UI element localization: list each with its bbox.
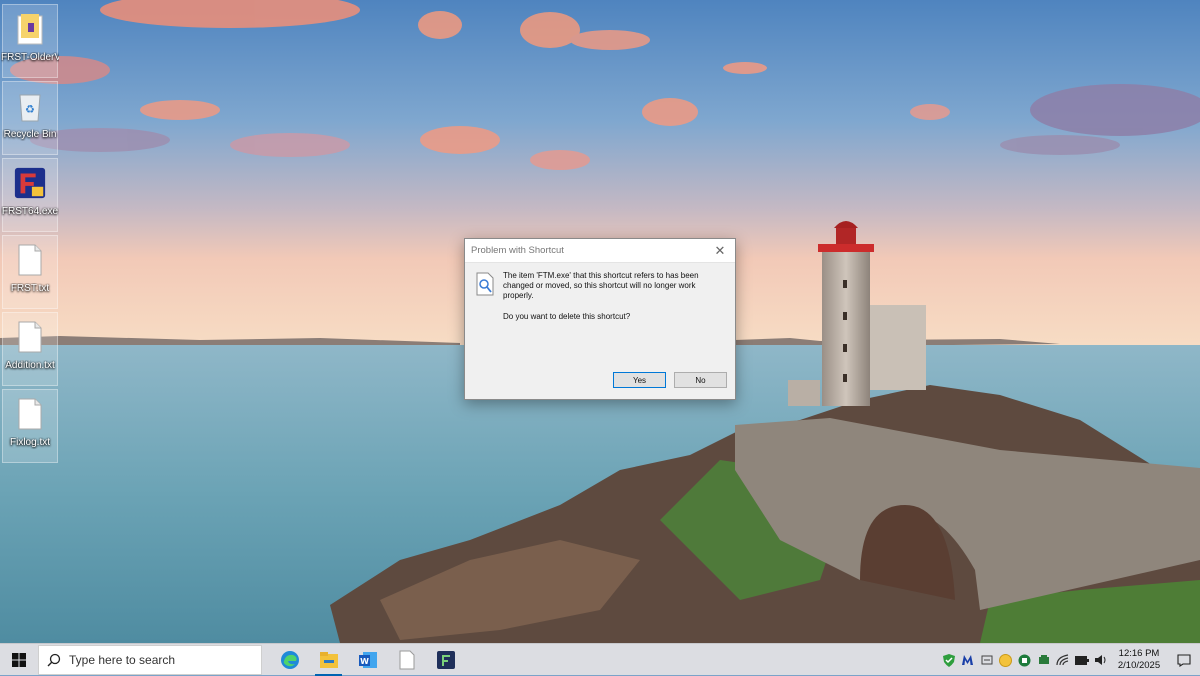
notification-icon <box>1177 653 1191 667</box>
close-button[interactable]: ✕ <box>705 239 735 262</box>
desktop-icon-recycle-bin[interactable]: ♻ Recycle Bin <box>2 81 58 155</box>
taskbar-app-word[interactable]: W <box>348 644 387 676</box>
desktop-icon-label: FRST64.exe <box>1 206 59 217</box>
start-button[interactable] <box>0 644 38 676</box>
volume-icon[interactable] <box>1091 644 1110 676</box>
frst-app-icon <box>13 163 47 203</box>
dialog-message: The item 'FTM.exe' that this shortcut re… <box>503 271 699 300</box>
svg-text:♻: ♻ <box>25 103 35 116</box>
search-icon <box>39 653 69 667</box>
text-file-icon <box>13 240 47 280</box>
text-file-icon <box>13 317 47 357</box>
desktop-icon-frst-older[interactable]: FRST-OlderVersion <box>1 4 59 78</box>
close-icon: ✕ <box>714 242 726 258</box>
svg-text:W: W <box>360 657 369 666</box>
desktop-icon-label: Recycle Bin <box>3 129 57 140</box>
dialog-title: Problem with Shortcut <box>471 245 564 256</box>
problem-with-shortcut-dialog: Problem with Shortcut ✕ The item 'FTM.ex… <box>464 238 736 400</box>
dialog-titlebar[interactable]: Problem with Shortcut ✕ <box>465 239 735 263</box>
clock-date: 2/10/2025 <box>1117 660 1161 671</box>
clock-time: 12:16 PM <box>1118 648 1160 659</box>
taskbar-app-file-explorer[interactable] <box>309 644 348 676</box>
system-tray: 12:16 PM 2/10/2025 <box>939 644 1200 676</box>
dialog-question: Do you want to delete this shortcut? <box>503 312 631 321</box>
battery-icon[interactable] <box>1072 644 1091 676</box>
desktop-icon-label: FRST.txt <box>10 283 50 294</box>
defender-shield-icon[interactable] <box>939 644 958 676</box>
desktop-icon-frst64[interactable]: FRST64.exe <box>2 158 58 232</box>
network-icon[interactable] <box>1053 644 1072 676</box>
notepad-icon <box>399 650 414 669</box>
desktop-icon-label: Addition.txt <box>5 360 55 371</box>
search-placeholder: Type here to search <box>69 652 176 667</box>
malwarebytes-icon[interactable] <box>958 644 977 676</box>
taskbar-search-box[interactable]: Type here to search <box>38 644 262 675</box>
text-file-icon <box>13 394 47 434</box>
desktop-icon-frst-txt[interactable]: FRST.txt <box>2 235 58 309</box>
windows-logo-icon <box>12 652 26 667</box>
chevron-icon[interactable] <box>1034 644 1053 676</box>
frst-app-icon <box>436 650 455 669</box>
file-explorer-icon <box>319 651 338 668</box>
notifications-button[interactable] <box>1168 653 1200 667</box>
taskbar: Type here to search W 12:16 PM 2/10/2025 <box>0 643 1200 676</box>
word-icon: W <box>358 651 377 668</box>
folder-icon <box>13 9 47 49</box>
desktop-icon-label: FRST-OlderVersion <box>1 52 59 63</box>
taskbar-clock[interactable]: 12:16 PM 2/10/2025 <box>1110 648 1168 672</box>
taskbar-app-notepad[interactable] <box>387 644 426 676</box>
no-button[interactable]: No <box>674 372 727 388</box>
taskbar-app-edge[interactable] <box>270 644 309 676</box>
desktop-icon-label: Fixlog.txt <box>9 437 50 448</box>
security-icon[interactable] <box>1015 644 1034 676</box>
desktop-icon-fixlog-txt[interactable]: Fixlog.txt <box>2 389 58 463</box>
yes-button[interactable]: Yes <box>613 372 666 388</box>
taskbar-app-frst[interactable] <box>426 644 465 676</box>
yellow-circle-icon[interactable] <box>996 644 1015 676</box>
broken-shortcut-icon <box>475 272 495 301</box>
desktop-icon-addition-txt[interactable]: Addition.txt <box>2 312 58 386</box>
edge-icon <box>280 650 299 669</box>
input-icon[interactable] <box>977 644 996 676</box>
recycle-bin-icon: ♻ <box>13 86 47 126</box>
